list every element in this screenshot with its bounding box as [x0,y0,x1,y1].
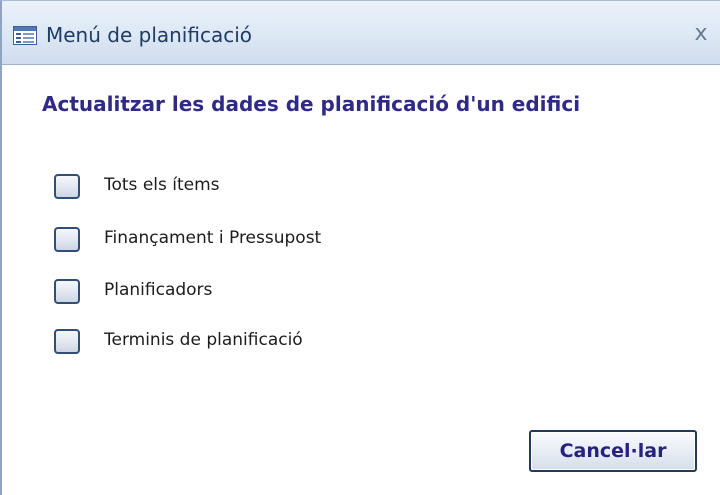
title-bar[interactable]: Menú de planificació x [2,1,720,65]
cancel-button[interactable]: Cancel·lar [529,430,697,472]
option-terminis-de-planificacio[interactable]: Terminis de planificació [54,329,474,359]
option-tots-els-items[interactable]: Tots els ítems [54,174,474,204]
dialog-window: Menú de planificació x Actualitzar les d… [0,0,720,495]
close-icon[interactable]: x [688,21,714,47]
form-icon [13,26,37,45]
checkbox-icon[interactable] [54,279,80,304]
checkbox-icon[interactable] [54,174,80,199]
option-label: Planificadors [104,280,213,300]
option-financament-i-pressupost[interactable]: Finançament i Pressupost [54,227,474,257]
option-label: Terminis de planificació [104,330,303,350]
option-label: Tots els ítems [104,175,220,195]
option-planificadors[interactable]: Planificadors [54,279,474,309]
option-label: Finançament i Pressupost [104,228,322,248]
checkbox-icon[interactable] [54,329,80,354]
checkbox-icon[interactable] [54,227,80,252]
window-title: Menú de planificació [46,23,253,47]
page-title: Actualitzar les dades de planificació d'… [42,92,581,116]
